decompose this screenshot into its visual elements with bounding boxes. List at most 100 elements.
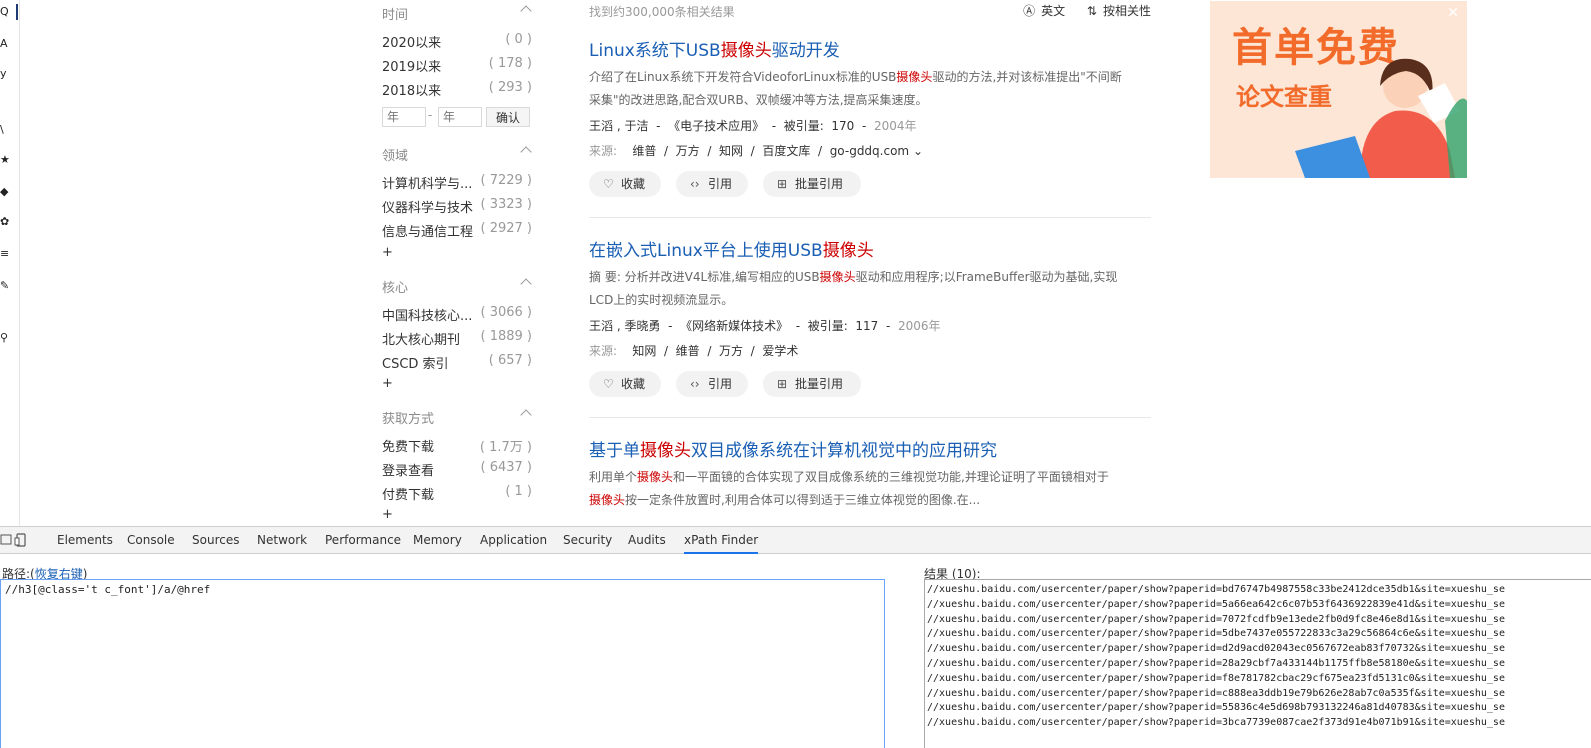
xpath-input[interactable]: //h3[@class='t c_font']/a/@href	[0, 579, 885, 748]
filter-more-access-button[interactable]: +	[382, 507, 393, 522]
cited-count[interactable]: 117	[855, 319, 878, 333]
result-title-link[interactable]: 基于单摄像头双目成像系统在计算机视觉中的应用研究	[589, 436, 1151, 461]
result-title-link[interactable]: Linux系统下USB摄像头驱动开发	[589, 36, 1151, 61]
filter-item-label: 计算机科学与...	[382, 177, 473, 192]
tab-sources[interactable]: Sources	[192, 527, 239, 554]
chevron-up-icon[interactable]	[520, 409, 532, 421]
filter-item-time[interactable]: 2020以来 ( 0 )	[382, 32, 532, 52]
filter-more-field-button[interactable]: +	[382, 245, 393, 260]
source-link[interactable]: 知网	[719, 144, 743, 158]
cited-count[interactable]: 170	[831, 119, 854, 133]
heart-icon: ♡	[603, 177, 614, 191]
result-authors[interactable]: 王滔 , 季晓勇	[589, 319, 660, 333]
chevron-up-icon[interactable]	[520, 5, 532, 17]
tab-memory[interactable]: Memory	[413, 527, 462, 554]
filter-more-core-button[interactable]: +	[382, 376, 393, 391]
filter-item-field[interactable]: 仪器科学与技术 ( 3323 )	[382, 197, 532, 217]
left-icon-9[interactable]: ⚲	[0, 332, 12, 344]
tab-elements[interactable]: Elements	[57, 527, 113, 554]
filter-heading-label: 获取方式	[382, 412, 435, 427]
filter-item-access[interactable]: 免费下载 ( 1.7万 )	[382, 436, 532, 456]
xpath-result-line: //xueshu.baidu.com/usercenter/paper/show…	[927, 643, 1505, 655]
year-to-input[interactable]	[438, 107, 482, 127]
cite-label: 引用	[708, 177, 733, 191]
left-icon-4[interactable]: ★	[0, 154, 12, 166]
title-highlight: 摄像头	[640, 441, 691, 461]
filter-item-field[interactable]: 信息与通信工程 ( 2927 )	[382, 221, 532, 241]
source-link[interactable]: 维普	[676, 344, 700, 358]
cite-button[interactable]: ‹› 引用	[676, 371, 748, 397]
filter-heading-core[interactable]: 核心	[382, 277, 532, 297]
filter-heading-access[interactable]: 获取方式	[382, 408, 532, 428]
source-link[interactable]: 百度文库	[762, 144, 810, 158]
chevron-up-icon[interactable]	[520, 146, 532, 158]
left-icon-8[interactable]: ✎	[0, 280, 12, 292]
collect-button[interactable]: ♡ 收藏	[589, 371, 661, 397]
left-icon-0[interactable]: Q	[0, 6, 12, 18]
tab-console[interactable]: Console	[127, 527, 175, 554]
sort-relevance-button[interactable]: 按相关性	[1103, 4, 1151, 18]
source-link[interactable]: 爱学术	[762, 344, 798, 358]
result-title-link[interactable]: 在嵌入式Linux平台上使用USB摄像头	[589, 236, 1151, 261]
left-icon-2[interactable]: y	[0, 68, 12, 80]
abstract-text: 介绍了在Linux系统下开发符合VideoforLinux标准的USB	[589, 70, 897, 84]
filter-item-core[interactable]: CSCD 索引 ( 657 )	[382, 353, 532, 373]
result-authors[interactable]: 王滔 , 于洁	[589, 119, 648, 133]
ad-banner[interactable]: 首单免费 论文查重 ✕	[1210, 1, 1467, 178]
chevron-down-icon[interactable]: ⌄	[913, 144, 923, 158]
batch-cite-label: 批量引用	[795, 377, 844, 391]
filter-item-field[interactable]: 计算机科学与... ( 7229 )	[382, 173, 532, 193]
result-journal[interactable]: 《网络新媒体技术》	[680, 319, 788, 333]
filter-item-access[interactable]: 登录查看 ( 6437 )	[382, 460, 532, 480]
filter-heading-time[interactable]: 时间	[382, 4, 532, 24]
filter-item-access[interactable]: 付费下载 ( 1 )	[382, 484, 532, 504]
source-sep: /	[707, 144, 712, 158]
filter-item-count: ( 0 )	[505, 32, 532, 47]
source-link[interactable]: go-gddq.com	[830, 144, 909, 158]
tab-performance[interactable]: Performance	[325, 527, 401, 554]
result-year: 2006年	[897, 319, 941, 333]
xpath-result-line: //xueshu.baidu.com/usercenter/paper/show…	[927, 687, 1505, 699]
collect-button[interactable]: ♡ 收藏	[589, 171, 661, 197]
source-sep: /	[663, 144, 669, 158]
filter-item-time[interactable]: 2018以来 ( 293 )	[382, 80, 532, 100]
device-toolbar-icon[interactable]	[14, 533, 28, 547]
source-link[interactable]: 知网	[632, 344, 656, 358]
meta-sep: -	[668, 319, 673, 333]
filter-item-core[interactable]: 北大核心期刊 ( 1889 )	[382, 329, 532, 349]
xpath-result-line: //xueshu.baidu.com/usercenter/paper/show…	[927, 657, 1505, 669]
filter-item-time[interactable]: 2019以来 ( 178 )	[382, 56, 532, 76]
left-icon-3[interactable]: \	[0, 124, 12, 136]
batch-cite-button[interactable]: ⊞ 批量引用	[763, 171, 861, 197]
inspect-icon[interactable]	[0, 533, 14, 547]
english-toggle[interactable]: 英文	[1041, 4, 1065, 18]
left-icon-1[interactable]: A	[0, 38, 12, 50]
tab-audits[interactable]: Audits	[628, 527, 666, 554]
cite-button[interactable]: ‹› 引用	[676, 171, 748, 197]
year-from-input[interactable]	[382, 107, 426, 127]
result-journal[interactable]: 《电子技术应用》	[668, 119, 764, 133]
source-link[interactable]: 万方	[676, 144, 700, 158]
year-confirm-button[interactable]: 确认	[486, 107, 530, 127]
tab-network[interactable]: Network	[257, 527, 307, 554]
left-icon-7[interactable]: ≡	[0, 248, 12, 260]
meta-sep: -	[861, 119, 867, 133]
ad-illustration	[1295, 58, 1467, 178]
left-icon-5[interactable]: ◆	[0, 186, 12, 198]
source-link[interactable]: 维普	[632, 144, 656, 158]
filter-item-core[interactable]: 中国科技核心... ( 3066 )	[382, 305, 532, 325]
text-caret	[16, 4, 18, 20]
filter-item-count: ( 6437 )	[480, 460, 533, 475]
xpath-result-box[interactable]: //xueshu.baidu.com/usercenter/paper/show…	[924, 579, 1591, 748]
chevron-up-icon[interactable]	[520, 278, 532, 290]
tab-application[interactable]: Application	[480, 527, 547, 554]
xpath-result-line: //xueshu.baidu.com/usercenter/paper/show…	[927, 613, 1505, 625]
meta-sep: -	[771, 119, 777, 133]
source-link[interactable]: 万方	[719, 344, 743, 358]
filter-heading-field[interactable]: 领域	[382, 145, 532, 165]
left-icon-6[interactable]: ✿	[0, 216, 12, 228]
abstract-highlight: 摄像头	[589, 493, 626, 507]
tab-xpath-finder[interactable]: xPath Finder	[684, 527, 759, 554]
tab-security[interactable]: Security	[563, 527, 612, 554]
batch-cite-button[interactable]: ⊞ 批量引用	[763, 371, 861, 397]
